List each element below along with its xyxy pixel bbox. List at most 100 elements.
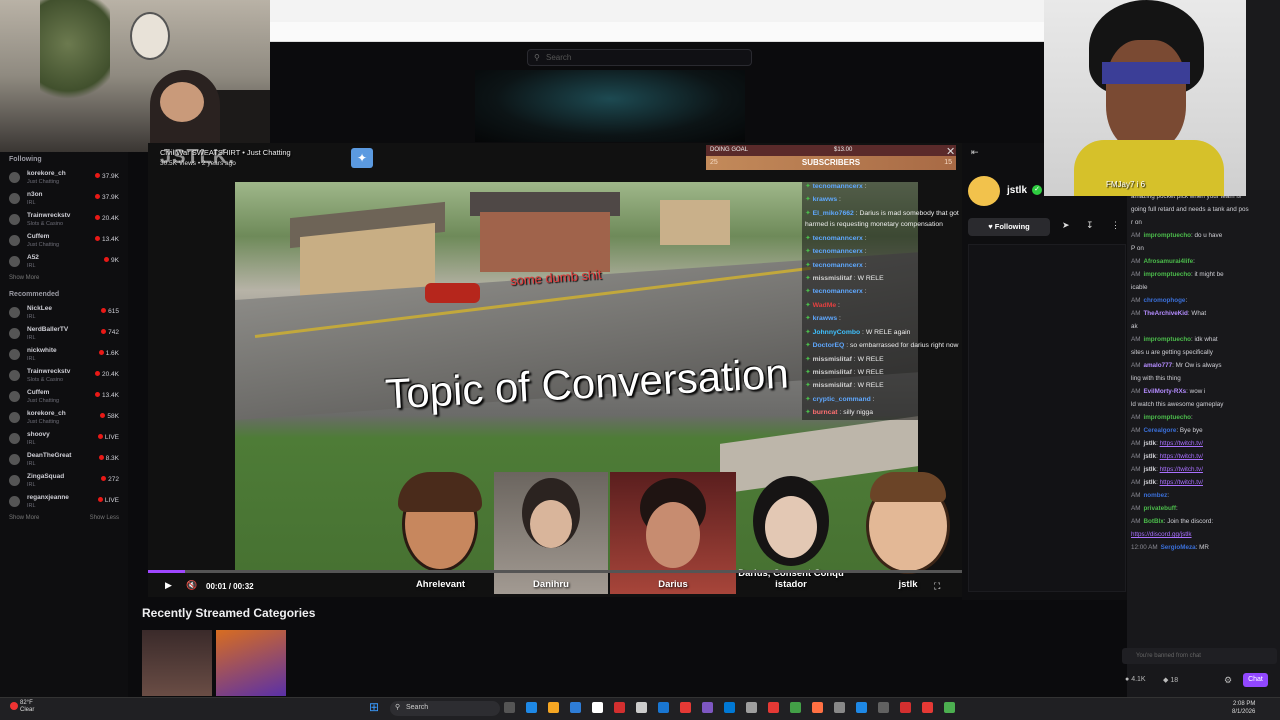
sidebar-channel-nerdballertv[interactable]: NerdBallerTV IRL 742 [0, 323, 128, 344]
close-icon[interactable]: ✕ [946, 145, 955, 158]
show-more-link[interactable]: Show More [0, 272, 128, 287]
sidebar-channel-zingasquad[interactable]: ZingaSquad IRL 272 [0, 470, 128, 491]
chrome-icon[interactable] [592, 702, 603, 713]
chat-link[interactable]: https://twitch.tv/ [1160, 453, 1203, 460]
show-less-link[interactable]: Show Less [90, 515, 119, 521]
obs-icon[interactable] [768, 702, 779, 713]
channel-game: IRL [27, 356, 36, 362]
sidebar-channel-nickwhite[interactable]: nickwhite IRL 1.6K [0, 344, 128, 365]
chat-username[interactable]: SergioMeza [1161, 544, 1196, 551]
spotify-icon-2[interactable] [944, 702, 955, 713]
sidebar-channel-n3on[interactable]: n3on IRL 37.9K [0, 188, 128, 209]
chat-username[interactable]: nombez [1143, 492, 1167, 499]
share-icon[interactable]: ➤ [1062, 220, 1070, 231]
category-card[interactable] [142, 630, 212, 696]
sidebar-channel-trainwreckstv[interactable]: Trainwreckstv Slots & Casino 20.4K [0, 209, 128, 230]
terminal-icon[interactable] [878, 702, 889, 713]
chat-message: ak [1127, 320, 1280, 333]
app-icon[interactable] [922, 702, 933, 713]
cartoon-overlay: FMJay7 i 6 [1044, 0, 1246, 196]
chat-text: W RELE [857, 355, 884, 363]
live-dot-icon [95, 371, 100, 376]
chat-link[interactable]: https://twitch.tv/ [1160, 466, 1203, 473]
chat-username[interactable]: Cerealgore [1143, 427, 1176, 434]
sidebar-channel-korekore-ch[interactable]: korekore_ch Just Chatting 58K [0, 407, 128, 428]
vscode-icon[interactable] [724, 702, 735, 713]
chat-username[interactable]: TheArchiveKid [1143, 310, 1187, 317]
photos-icon[interactable] [658, 702, 669, 713]
calc-icon[interactable] [834, 702, 845, 713]
download-icon[interactable]: ↧ [1086, 220, 1094, 231]
mute-icon[interactable]: 🔇 [186, 580, 197, 591]
viewer-count: 37.9K [95, 194, 119, 201]
chat-username[interactable]: impromptuecho [1143, 414, 1191, 421]
chat-username[interactable]: Afrosamurai4life [1143, 258, 1193, 265]
chat-text: P on [1131, 245, 1144, 252]
chat-username[interactable]: jstlk [1143, 453, 1156, 460]
video-progress-bar[interactable] [148, 570, 962, 573]
cartoon-face [1106, 40, 1186, 150]
settings-icon[interactable] [746, 702, 757, 713]
sidebar-channel-korekore-ch[interactable]: korekore_ch Just Chatting 37.9K [0, 167, 128, 188]
sidebar-channel-cuffem[interactable]: Cuffem Just Chatting 13.4K [0, 386, 128, 407]
chat-username[interactable]: impromptuecho [1143, 336, 1191, 343]
taskbar-search[interactable]: ⚲ Search [390, 701, 500, 716]
search-input[interactable]: ⚲ Search [527, 49, 752, 66]
chat-text: ld watch this awesome gameplay [1131, 401, 1224, 408]
teams-icon[interactable] [702, 702, 713, 713]
chat-username[interactable]: privatebuff [1143, 505, 1176, 512]
chat-username[interactable]: jstlk [1143, 466, 1156, 473]
spotify-icon[interactable] [790, 702, 801, 713]
chat-username[interactable]: jstlk [1143, 479, 1156, 486]
collapse-icon[interactable]: ⇤ [971, 147, 979, 158]
sidebar-channel-shoovy[interactable]: shoovy IRL LIVE [0, 428, 128, 449]
record-icon[interactable] [900, 702, 911, 713]
sidebar-channel-nicklee[interactable]: NickLee IRL 615 [0, 302, 128, 323]
following-button[interactable]: ♥ Following [968, 218, 1050, 236]
sidebar-channel-cuffem[interactable]: Cuffem Just Chatting 13.4K [0, 230, 128, 251]
store-icon[interactable] [570, 702, 581, 713]
sidebar-channel-a52[interactable]: A52 IRL 9K [0, 251, 128, 272]
chat-settings-icon[interactable]: ⚙ [1224, 675, 1232, 686]
chat-link[interactable]: https://discord.gg/jstlk [1131, 531, 1192, 538]
chat-link[interactable]: https://twitch.tv/ [1160, 479, 1203, 486]
chat-input[interactable]: You're banned from chat [1122, 648, 1277, 664]
chat-separator: : [837, 196, 841, 204]
chat-username[interactable]: amalo777 [1143, 362, 1172, 369]
channel-name[interactable]: jstlk [1007, 185, 1027, 196]
chat-badge-icon: ✦ [805, 409, 813, 417]
discord-icon[interactable] [856, 702, 867, 713]
chat-link[interactable]: https://twitch.tv/ [1160, 440, 1203, 447]
chat-username[interactable]: EvilMorty-RXs [1143, 388, 1186, 395]
task-view-icon[interactable] [504, 702, 515, 713]
weather-widget[interactable]: 82°F Clear [10, 700, 34, 714]
opera-icon[interactable] [680, 702, 691, 713]
chat-username[interactable]: chromophoge [1143, 297, 1185, 304]
mail-icon[interactable] [636, 702, 647, 713]
windows-start-icon[interactable]: ⊞ [369, 701, 379, 713]
category-card[interactable] [216, 630, 286, 696]
firefox-icon[interactable] [812, 702, 823, 713]
chat-send-button[interactable]: Chat [1243, 673, 1268, 687]
stream-views: 30.5K Views • 2 years ago [160, 160, 236, 167]
taskbar-clock[interactable]: 2:08 PM 8/1/2026 [1232, 700, 1255, 716]
sidebar-channel-trainwreckstv[interactable]: Trainwreckstv Slots & Casino 20.4K [0, 365, 128, 386]
chat-timestamp: AM [1131, 427, 1141, 434]
play-icon[interactable]: ▶ [165, 580, 172, 591]
youtube-icon[interactable] [614, 702, 625, 713]
explorer-icon[interactable] [548, 702, 559, 713]
chat-username[interactable]: impromptuecho [1143, 232, 1191, 239]
sidebar-channel-deanthegreat[interactable]: DeanTheGreat IRL 8.3K [0, 449, 128, 470]
fullscreen-icon[interactable]: ⛶ [934, 581, 940, 592]
chat-username[interactable]: BotBlx [1143, 518, 1163, 525]
channel-avatar[interactable] [968, 176, 1000, 206]
chat-timestamp: AM [1131, 453, 1141, 460]
sidebar-channel-reganxjeanne[interactable]: reganxjeanne IRL LIVE [0, 491, 128, 512]
channel-avatar [9, 193, 20, 204]
chat-username[interactable]: jstlk [1143, 440, 1156, 447]
chat-text: MR [1199, 544, 1209, 551]
edge-icon[interactable] [526, 702, 537, 713]
chat-username[interactable]: impromptuecho [1143, 271, 1191, 278]
show-more-link-2[interactable]: Show More [9, 515, 39, 521]
more-options-icon[interactable]: ⋮ [1111, 220, 1120, 231]
